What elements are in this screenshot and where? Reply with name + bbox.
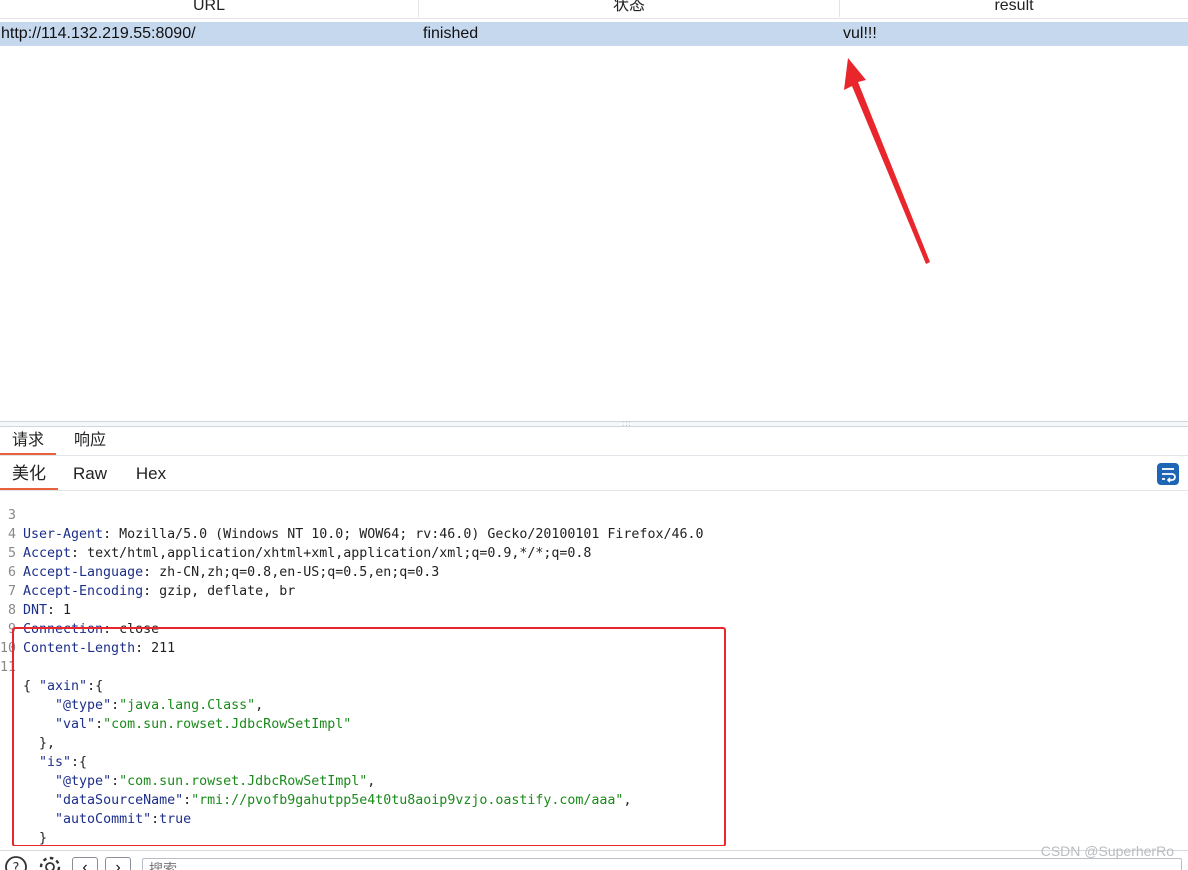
previous-button[interactable]: ‹ bbox=[72, 857, 98, 870]
request-editor[interactable]: 3 User-Agent: Mozilla/5.0 (Windows NT 10… bbox=[0, 490, 1188, 846]
tab-raw[interactable]: Raw bbox=[62, 458, 118, 490]
code-line: 7 DNT: 1 bbox=[7, 584, 72, 618]
header-key: User-Agent bbox=[23, 527, 104, 542]
tab-request[interactable]: 请求 bbox=[0, 427, 56, 455]
annotation-arrow bbox=[844, 58, 930, 264]
cell-result: vul!!! bbox=[843, 25, 877, 42]
code-line: 6 Accept-Encoding: gzip, deflate, br bbox=[7, 565, 296, 599]
code-line: 4 Accept: text/html,application/xhtml+xm… bbox=[7, 527, 592, 561]
header-value: gzip, deflate, br bbox=[151, 584, 296, 599]
view-mode-tabs: 美化 Raw Hex bbox=[0, 458, 1188, 491]
cell-status: finished bbox=[423, 25, 479, 42]
cell-url: http://114.132.219.55:8090/ bbox=[1, 25, 196, 42]
gear-icon[interactable] bbox=[38, 855, 62, 870]
header-value: text/html,application/xhtml+xml,applicat… bbox=[79, 546, 592, 561]
next-button[interactable]: › bbox=[105, 857, 131, 870]
code-line: 5 Accept-Language: zh-CN,zh;q=0.8,en-US;… bbox=[7, 546, 440, 580]
header-key: Accept-Language bbox=[23, 565, 144, 580]
code-line: 9 Content-Length: 211 bbox=[7, 622, 176, 656]
header-value: zh-CN,zh;q=0.8,en-US;q=0.5,en;q=0.3 bbox=[151, 565, 440, 580]
help-icon[interactable]: ? bbox=[4, 855, 28, 870]
tab-hex[interactable]: Hex bbox=[124, 458, 178, 490]
chevron-left-icon: ‹ bbox=[82, 859, 88, 870]
header-value: Mozilla/5.0 (Windows NT 10.0; WOW64; rv:… bbox=[111, 527, 704, 542]
header-value: 1 bbox=[55, 603, 72, 618]
table-row[interactable]: http://114.132.219.55:8090/ finished vul… bbox=[0, 22, 1188, 46]
word-wrap-icon bbox=[1162, 468, 1176, 483]
tab-pretty[interactable]: 美化 bbox=[0, 458, 58, 490]
bottom-toolbar: ? ‹ › bbox=[0, 850, 1188, 870]
header-key: Accept-Encoding bbox=[23, 584, 144, 599]
request-response-tabs: 请求 响应 bbox=[0, 427, 1188, 456]
code-line: 8 Connection: close bbox=[7, 603, 160, 637]
code-line: 3 User-Agent: Mozilla/5.0 (Windows NT 10… bbox=[7, 508, 704, 542]
tab-response[interactable]: 响应 bbox=[62, 427, 118, 455]
results-table-header: URL 状态 result bbox=[0, 0, 1188, 19]
splitter-grip-icon: ::: bbox=[622, 419, 632, 428]
search-input[interactable] bbox=[142, 858, 1182, 870]
chevron-right-icon: › bbox=[115, 859, 121, 870]
word-wrap-button[interactable] bbox=[1157, 463, 1179, 485]
annotation-highlight-box bbox=[12, 627, 726, 846]
column-header-result[interactable]: result bbox=[840, 0, 1188, 17]
watermark-text: CSDN @SuperherRo bbox=[1040, 843, 1174, 859]
column-header-status[interactable]: 状态 bbox=[419, 0, 840, 17]
column-header-url[interactable]: URL bbox=[0, 0, 419, 17]
